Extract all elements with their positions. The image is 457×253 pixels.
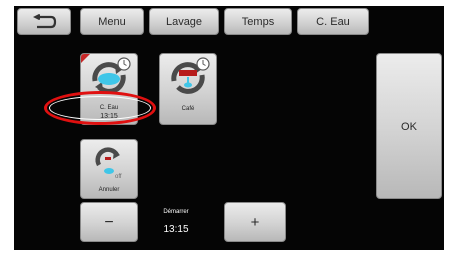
control-panel-screen: Menu Lavage Temps C. Eau C. Eau 13:15 Ca…: [14, 6, 444, 250]
tab-menu-label: Menu: [98, 16, 126, 28]
program-annuler-label: Annuler: [98, 187, 120, 193]
tab-menu[interactable]: Menu: [80, 8, 144, 35]
ok-button-label: OK: [401, 121, 417, 133]
minus-icon: −: [104, 214, 114, 231]
tab-c-eau-label: C. Eau: [316, 16, 350, 28]
start-label: Démarrer: [163, 209, 189, 215]
tab-lavage[interactable]: Lavage: [149, 8, 219, 35]
cancel-cycle-icon: off: [95, 147, 122, 180]
ok-button[interactable]: OK: [376, 53, 442, 199]
coffee-cycle-icon: [171, 57, 210, 94]
tab-c-eau[interactable]: C. Eau: [297, 8, 369, 35]
highlight-ring-inner: [49, 96, 151, 120]
start-time: 13:15: [163, 224, 189, 235]
program-cafe-tile[interactable]: Café: [159, 53, 217, 125]
increase-button[interactable]: +: [224, 202, 286, 242]
back-button[interactable]: [17, 8, 71, 35]
plus-icon: +: [250, 214, 260, 231]
decrease-button[interactable]: −: [80, 202, 138, 242]
svg-text:off: off: [115, 174, 122, 180]
program-cafe-label: Café: [181, 106, 195, 112]
tab-temps[interactable]: Temps: [224, 8, 292, 35]
tab-temps-label: Temps: [241, 16, 275, 28]
tab-lavage-label: Lavage: [165, 16, 203, 28]
program-annuler-tile[interactable]: off Annuler: [80, 139, 138, 199]
back-arrow-icon: [33, 14, 57, 29]
